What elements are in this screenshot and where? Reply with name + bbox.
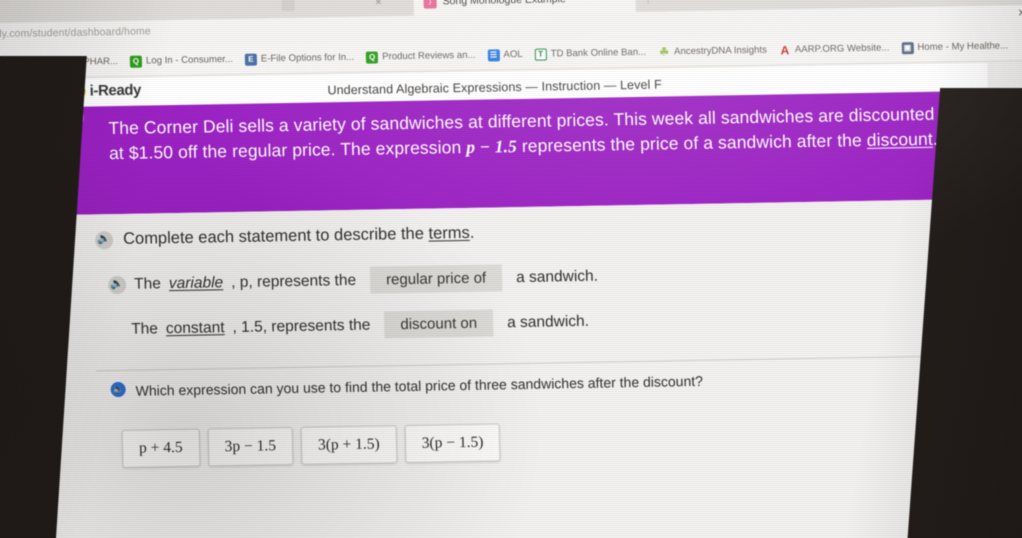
bookmark-label: E-File Options for In... (260, 51, 355, 65)
question-text: Which expression can you use to find the… (135, 372, 704, 399)
glossary-link-variable[interactable]: variable (169, 274, 224, 293)
ancestry-icon: ☘ (659, 46, 670, 59)
screen-photo: × ♪ Song Monologue Example × + ready.com… (0, 0, 1022, 538)
prompt-text: Complete each statement to describe the … (123, 224, 475, 249)
glossary-link-terms[interactable]: terms (428, 224, 470, 243)
bookmark-ancestrydna[interactable]: ☘ AncestryDNA Insights (658, 44, 768, 59)
problem-sentence-2: represents the price of a sandwich after… (516, 129, 868, 156)
bookmark-home-my-healthe[interactable]: ▣ Home - My Healthe... (901, 40, 1008, 54)
lesson-body: 🔈 Complete each statement to describe th… (74, 198, 1009, 538)
statement-row-1: 🔈 The variable , p, represents the regula… (107, 256, 1003, 299)
bookmark-td-bank[interactable]: T TD Bank Online Ban... (534, 46, 647, 61)
quickbooks-icon: Q (129, 55, 143, 68)
statement-tail: a sandwich. (506, 312, 590, 331)
new-tab-button[interactable]: + (661, 0, 670, 5)
url-text: ready.com/student/dashboard/home (0, 25, 151, 41)
prompt-before: Complete each statement to describe the (122, 224, 429, 248)
answer-choices: p + 4.5 3p − 1.5 3(p + 1.5) 3(p − 1.5) (121, 423, 501, 468)
bookmark-label: TD Bank Online Ban... (550, 46, 647, 60)
statement-lead: The (133, 274, 162, 293)
dropdown-selection-1[interactable]: regular price of (369, 264, 503, 294)
aol-icon: ☰ (487, 48, 500, 62)
speaker-icon[interactable]: 🔈 (110, 381, 126, 398)
bookmark-label: AOL (503, 48, 523, 61)
bookmark-log-in-consumer[interactable]: Q Log In - Consumer... (129, 53, 234, 68)
problem-statement: The Corner Deli sells a variety of sandw… (86, 102, 949, 167)
glossary-link-constant[interactable]: constant (166, 319, 225, 338)
statement-tail: a sandwich. (515, 267, 599, 286)
problem-expression: p − 1.5 (465, 135, 518, 157)
dropdown-selection-2[interactable]: discount on (384, 309, 494, 339)
problem-banner: 🔈 The Corner Deli sells a variety of san… (66, 90, 997, 215)
answer-choice[interactable]: 3p − 1.5 (207, 426, 294, 467)
statement-row-2: The constant , 1.5, represents the discou… (131, 301, 1004, 343)
bookmark-label: Product Reviews an... (382, 49, 476, 63)
speaker-icon[interactable]: 🔈 (107, 275, 127, 294)
statement-mid: , p, represents the (230, 271, 357, 291)
aarp-icon: A (780, 42, 790, 57)
td-bank-icon: T (534, 48, 547, 61)
bookmark-aarp[interactable]: A AARP.ORG Website... (779, 42, 890, 57)
instruction-prompt: 🔈 Complete each statement to describe th… (94, 215, 1001, 250)
prompt-after: . (469, 223, 475, 242)
glossary-link-discount[interactable]: discount (867, 129, 933, 150)
tab-divider (647, 0, 649, 4)
answer-choice[interactable]: 3(p − 1.5) (404, 423, 501, 464)
tab-close-icon[interactable]: × (375, 0, 382, 9)
tab-favicon-icon (281, 0, 295, 11)
bookmark-label: Home - My Healthe... (917, 40, 1009, 54)
question-row: 🔈 Which expression can you use to find t… (110, 369, 884, 402)
bookmark-label: AncestryDNA Insights (673, 44, 768, 58)
bookmark-label: Log In - Consumer... (145, 53, 234, 67)
bookmark-product-reviews[interactable]: Q Product Reviews an... (366, 49, 476, 64)
statement-lead: The (131, 319, 159, 338)
statement-mid: , 1.5, represents the (232, 316, 371, 336)
browser-window: × ♪ Song Monologue Example × + ready.com… (0, 0, 1022, 538)
quickbooks-icon: Q (366, 50, 379, 64)
irs-icon: E (244, 53, 258, 66)
speaker-icon[interactable]: 🔈 (94, 230, 114, 249)
bookmark-label: AARP.ORG Website... (794, 42, 890, 56)
answer-choice[interactable]: p + 4.5 (121, 428, 201, 468)
healthe-icon: ▣ (901, 41, 914, 54)
tab-label: Song Monologue Example (442, 0, 566, 8)
bookmark-aol[interactable]: ☰ AOL (487, 48, 523, 62)
bookmark-efile-options[interactable]: E E-File Options for In... (244, 51, 355, 66)
tab-close-icon[interactable]: × (619, 0, 626, 4)
close-lesson-button[interactable]: × (1018, 4, 1022, 20)
tab-favicon-icon: ♪ (423, 0, 437, 9)
answer-choice[interactable]: 3(p + 1.5) (300, 425, 398, 465)
